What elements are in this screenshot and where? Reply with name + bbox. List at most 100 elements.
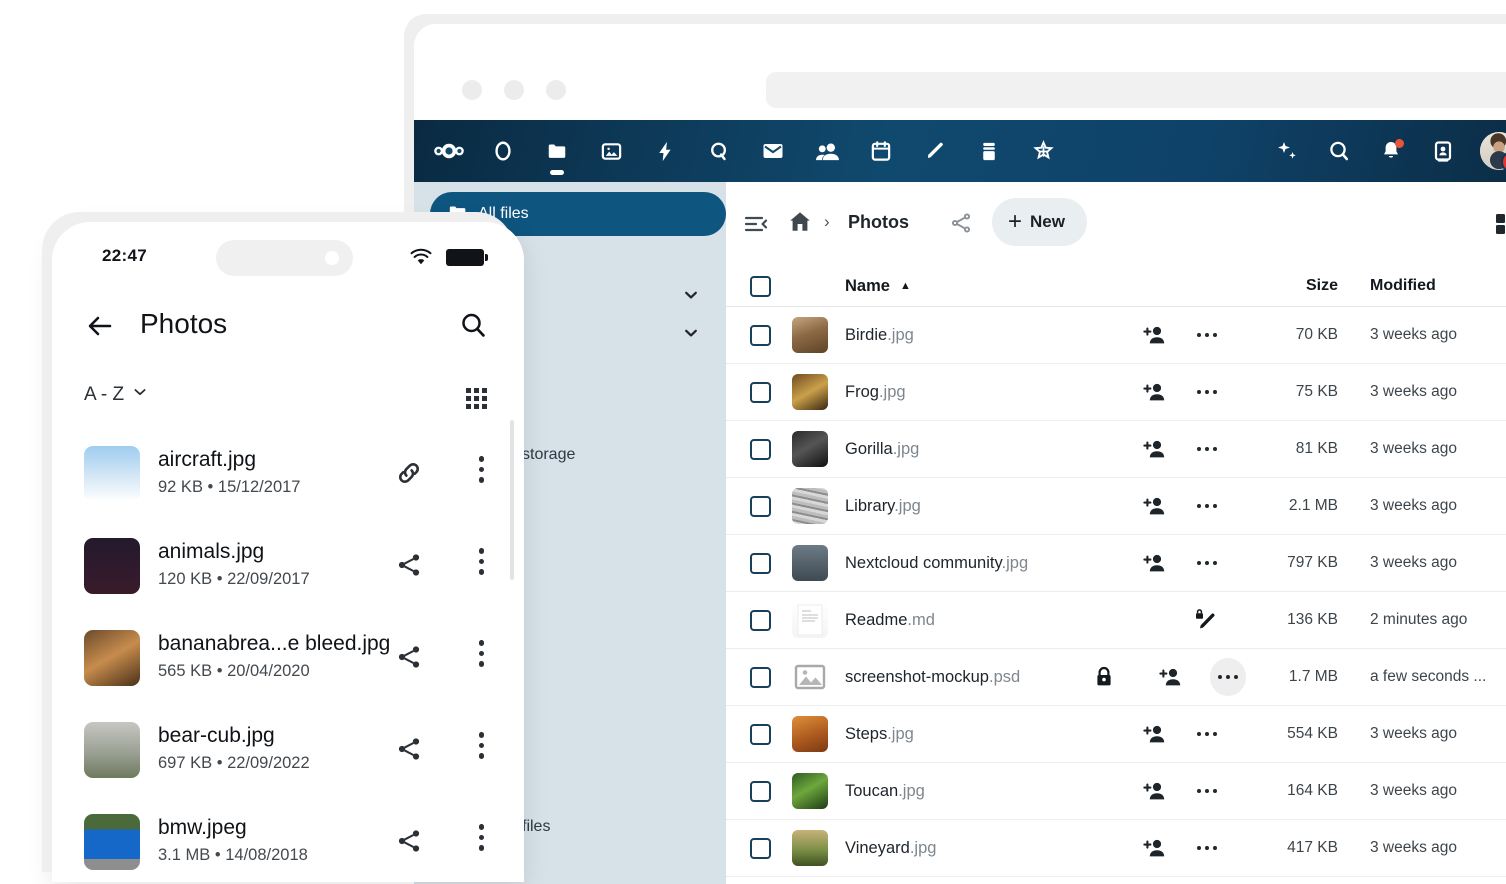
file-name[interactable]: Toucan.jpg <box>841 782 1078 801</box>
new-button[interactable]: + New <box>992 198 1087 246</box>
row-checkbox[interactable] <box>750 667 771 688</box>
table-row[interactable]: Gorilla.jpg81 KB3 weeks ago <box>726 421 1506 478</box>
list-item[interactable]: animals.jpg120 KB • 22/09/2017 <box>60 520 516 612</box>
edit-lock-icon[interactable] <box>1194 607 1220 633</box>
collapse-sidebar-icon[interactable] <box>742 210 770 238</box>
row-overflow-menu-icon[interactable] <box>1194 322 1220 348</box>
sparkles-icon[interactable] <box>1272 136 1302 166</box>
table-row[interactable]: screenshot-mockup.psd1.7 MBa few seconds… <box>726 649 1506 706</box>
add-user-icon[interactable] <box>1142 493 1168 519</box>
window-maximize-dot[interactable] <box>546 80 566 100</box>
assistant-star-icon[interactable] <box>1028 136 1058 166</box>
arrow-left-icon[interactable] <box>84 310 116 342</box>
column-header-name[interactable]: Name ▲ <box>841 277 1078 296</box>
table-row[interactable]: Readme.md136 KB2 minutes ago <box>726 592 1506 649</box>
tables-icon[interactable] <box>974 136 1004 166</box>
add-user-icon[interactable] <box>1142 721 1168 747</box>
row-checkbox[interactable] <box>750 382 771 403</box>
share-icon[interactable] <box>948 210 974 236</box>
share-icon[interactable] <box>394 826 424 856</box>
share-icon[interactable] <box>394 642 424 672</box>
table-row[interactable]: Library.jpg2.1 MB3 weeks ago <box>726 478 1506 535</box>
list-item[interactable]: bmw.jpeg3.1 MB • 14/08/2018 <box>60 796 516 882</box>
file-name[interactable]: screenshot-mockup.psd <box>841 668 1078 687</box>
file-name[interactable]: Steps.jpg <box>841 725 1078 744</box>
lock-icon[interactable] <box>1092 664 1117 690</box>
files-icon[interactable] <box>542 136 572 166</box>
notes-pencil-icon[interactable] <box>920 136 950 166</box>
bell-icon[interactable] <box>1376 136 1406 166</box>
photos-icon[interactable] <box>596 136 626 166</box>
table-row[interactable]: Toucan.jpg164 KB3 weeks ago <box>726 763 1506 820</box>
dashboard-icon[interactable] <box>488 136 518 166</box>
add-user-icon[interactable] <box>1142 436 1168 462</box>
row-checkbox[interactable] <box>750 553 771 574</box>
row-overflow-menu-icon[interactable] <box>1194 778 1220 804</box>
url-input[interactable] <box>766 72 1506 108</box>
row-checkbox[interactable] <box>750 781 771 802</box>
activity-lightning-icon[interactable] <box>650 136 680 166</box>
file-name[interactable]: Vineyard.jpg <box>841 839 1078 858</box>
home-icon[interactable] <box>786 208 814 236</box>
chevron-down-icon[interactable] <box>682 286 700 304</box>
grid-view-icon[interactable] <box>1492 210 1506 238</box>
sort-selector[interactable]: A - Z <box>84 384 148 406</box>
table-row[interactable]: Frog.jpg75 KB3 weeks ago <box>726 364 1506 421</box>
window-minimize-dot[interactable] <box>504 80 524 100</box>
kebab-menu-icon[interactable] <box>479 640 485 667</box>
contacts-icon[interactable] <box>812 136 842 166</box>
file-name[interactable]: Frog.jpg <box>841 383 1078 402</box>
contacts-card-icon[interactable] <box>1428 136 1458 166</box>
list-item[interactable]: bananabrea...e bleed.jpg565 KB • 20/04/2… <box>60 612 516 704</box>
add-user-icon[interactable] <box>1142 778 1168 804</box>
table-row[interactable]: Steps.jpg554 KB3 weeks ago <box>726 706 1506 763</box>
list-item[interactable]: bear-cub.jpg697 KB • 22/09/2022 <box>60 704 516 796</box>
table-row[interactable]: Nextcloud community.jpg797 KB3 weeks ago <box>726 535 1506 592</box>
table-row[interactable]: Birdie.jpg70 KB3 weeks ago <box>726 307 1506 364</box>
row-checkbox[interactable] <box>750 496 771 517</box>
row-overflow-menu-icon[interactable] <box>1194 493 1220 519</box>
nextcloud-logo-icon[interactable] <box>434 136 464 166</box>
search-icon[interactable] <box>1324 136 1354 166</box>
column-header-modified[interactable]: Modified <box>1346 277 1506 295</box>
row-overflow-menu-icon[interactable] <box>1194 835 1220 861</box>
kebab-menu-icon[interactable] <box>479 732 485 759</box>
link-icon[interactable] <box>394 458 424 488</box>
row-overflow-menu-icon[interactable] <box>1194 379 1220 405</box>
window-close-dot[interactable] <box>462 80 482 100</box>
add-user-icon[interactable] <box>1159 664 1184 690</box>
add-user-icon[interactable] <box>1142 379 1168 405</box>
avatar[interactable] <box>1480 132 1506 170</box>
phone-list-scrollbar[interactable] <box>510 420 514 580</box>
column-header-size[interactable]: Size <box>1246 277 1346 295</box>
share-icon[interactable] <box>394 734 424 764</box>
unified-search-icon[interactable] <box>704 136 734 166</box>
row-checkbox[interactable] <box>750 838 771 859</box>
row-checkbox[interactable] <box>750 724 771 745</box>
table-row[interactable]: Vineyard.jpg417 KB3 weeks ago <box>726 820 1506 877</box>
kebab-menu-icon[interactable] <box>479 548 485 575</box>
row-checkbox[interactable] <box>750 439 771 460</box>
grid-view-icon[interactable] <box>466 388 488 410</box>
search-icon[interactable] <box>458 310 488 340</box>
calendar-icon[interactable] <box>866 136 896 166</box>
file-name[interactable]: Readme.md <box>841 611 1078 630</box>
row-overflow-menu-icon[interactable] <box>1194 436 1220 462</box>
chevron-down-icon[interactable] <box>682 324 700 342</box>
row-checkbox[interactable] <box>750 325 771 346</box>
mail-icon[interactable] <box>758 136 788 166</box>
list-item[interactable]: aircraft.jpg92 KB • 15/12/2017 <box>60 428 516 520</box>
select-all-checkbox[interactable] <box>750 276 771 297</box>
breadcrumb[interactable]: Photos <box>848 212 909 233</box>
file-name[interactable]: Birdie.jpg <box>841 326 1078 345</box>
share-icon[interactable] <box>394 550 424 580</box>
row-overflow-menu-icon[interactable] <box>1194 550 1220 576</box>
row-overflow-menu-icon[interactable] <box>1194 721 1220 747</box>
add-user-icon[interactable] <box>1142 550 1168 576</box>
row-checkbox[interactable] <box>750 610 771 631</box>
kebab-menu-icon[interactable] <box>479 824 485 851</box>
row-overflow-menu-icon[interactable] <box>1210 658 1246 696</box>
add-user-icon[interactable] <box>1142 835 1168 861</box>
add-user-icon[interactable] <box>1142 322 1168 348</box>
file-name[interactable]: Library.jpg <box>841 497 1078 516</box>
